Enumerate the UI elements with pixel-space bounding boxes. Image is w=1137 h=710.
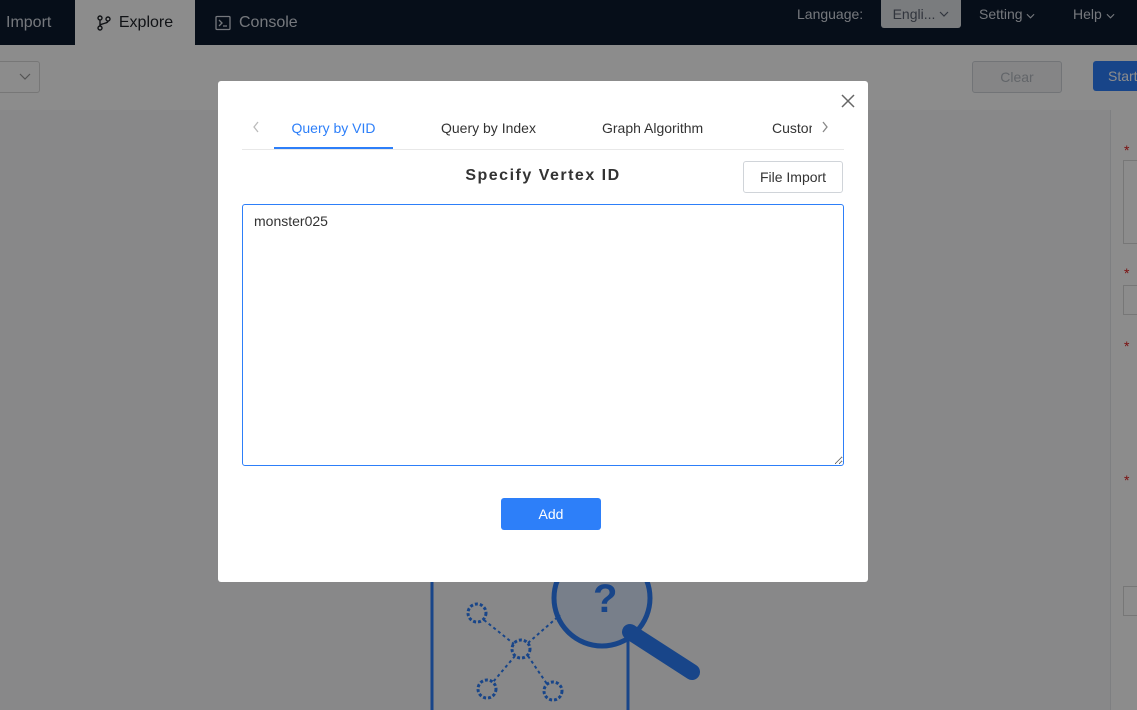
tab-query-by-vid[interactable]: Query by VID <box>274 109 393 149</box>
tab-query-by-index[interactable]: Query by Index <box>441 109 536 149</box>
vertex-id-textarea[interactable]: monster025 <box>242 204 844 466</box>
add-vertex-modal: Query by VID Query by Index Graph Algori… <box>218 81 868 582</box>
chevron-right-icon[interactable] <box>821 121 829 133</box>
chevron-left-icon[interactable] <box>252 121 260 133</box>
tab-graph-algorithm[interactable]: Graph Algorithm <box>602 109 703 149</box>
query-tabs: Query by VID Query by Index Graph Algori… <box>242 109 844 150</box>
file-import-button[interactable]: File Import <box>743 161 843 193</box>
add-button[interactable]: Add <box>501 498 601 530</box>
close-icon[interactable] <box>840 93 856 109</box>
tab-custom[interactable]: Custom <box>772 109 812 149</box>
